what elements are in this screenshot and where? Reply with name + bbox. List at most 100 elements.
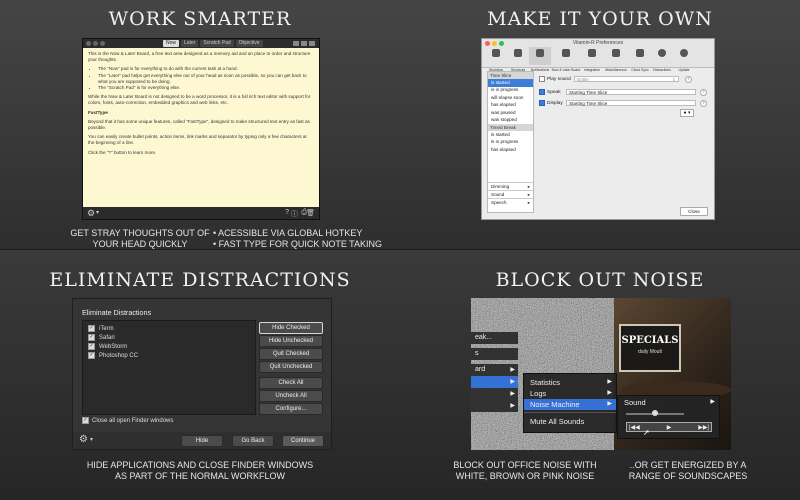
minimize-window-icon[interactable] <box>492 41 497 46</box>
menu-item-logs[interactable]: Logs ▶ <box>524 388 616 399</box>
category-sound[interactable]: Sound ▸ <box>488 190 533 197</box>
panel-heading: MAKE IT YOUR OWN <box>487 8 713 30</box>
close-finder-label: Close all open Finder windows <box>92 417 174 424</box>
checkbox-checked-icon[interactable]: ✓ <box>88 343 95 350</box>
gear-icon[interactable]: ⚙ <box>79 434 88 445</box>
check-all-button[interactable]: Check All <box>259 377 323 389</box>
menu-item-sound[interactable]: Sound ▶ <box>618 397 719 408</box>
tab-now[interactable]: Now <box>163 40 180 47</box>
tool-notifications[interactable]: Notifications <box>529 47 551 72</box>
checkbox-checked-icon[interactable]: ✓ <box>88 334 95 341</box>
gear-icon[interactable]: ⚙ <box>87 208 95 219</box>
list-item[interactable]: ✓ WebStorm <box>88 343 127 350</box>
list-item[interactable]: has elapsed <box>488 102 533 110</box>
menu-item[interactable]: eak... <box>471 332 518 344</box>
hide-button[interactable]: Hide <box>181 435 223 447</box>
tab-later[interactable]: Later <box>181 40 199 47</box>
preferences-window: Vitamin-R Preferences Workflow Shortcuts… <box>481 38 715 220</box>
close-button[interactable]: Close <box>680 207 708 216</box>
list-icon[interactable] <box>301 41 307 46</box>
note-text-area[interactable]: This is the Now & Later Board, a free te… <box>83 48 319 162</box>
quit-unchecked-button[interactable]: Quit Unchecked <box>259 361 323 373</box>
menu-item-mute-all[interactable]: Mute All Sounds <box>524 416 616 427</box>
list-item[interactable]: was stopped <box>488 117 533 125</box>
speak-checkbox[interactable] <box>539 89 545 95</box>
configure-button[interactable]: Configure... <box>259 403 323 415</box>
category-dimming[interactable]: Dimming ▸ <box>488 182 533 189</box>
trash-icon[interactable]: 🗑 <box>306 209 315 217</box>
play-sound-checkbox[interactable] <box>539 76 545 82</box>
close-window-icon[interactable] <box>485 41 490 46</box>
menu-item[interactable]: s <box>471 348 518 360</box>
sound-select-value: Bottle <box>577 77 589 82</box>
menu-separator <box>524 412 616 413</box>
checkbox-checked-icon[interactable]: ✓ <box>88 325 95 332</box>
checkbox-checked-icon[interactable]: ✓ <box>88 352 95 359</box>
tool-shortcuts[interactable]: Shortcuts <box>507 47 529 72</box>
tab-objective[interactable]: Objective <box>235 40 263 47</box>
tools-icon <box>612 49 620 57</box>
tool-integration[interactable]: Integration <box>581 47 603 72</box>
menu-item-label: s <box>475 350 479 357</box>
close-finder-option[interactable]: ✓ Close all open Finder windows <box>82 417 173 424</box>
menu-item[interactable]: ▶ <box>471 400 518 412</box>
display-style-popup[interactable]: ● ▾ <box>680 109 694 117</box>
close-window-icon[interactable] <box>86 41 91 46</box>
hide-checked-button[interactable]: Hide Checked <box>259 322 323 334</box>
hide-unchecked-button[interactable]: Hide Unchecked <box>259 335 323 347</box>
list-item[interactable]: is started <box>488 131 533 139</box>
info-icon[interactable]: ⓘ <box>291 209 298 219</box>
help-icon[interactable]: ? <box>285 209 289 216</box>
continue-button[interactable]: Continue <box>282 435 324 447</box>
display-text-field[interactable]: Starting Time Slice <box>566 100 696 106</box>
go-back-button[interactable]: Go Back <box>232 435 274 447</box>
tool-workflow[interactable]: Workflow <box>485 47 507 72</box>
panel-make-it-your-own: MAKE IT YOUR OWN Vitamin-R Preferences W… <box>400 0 800 250</box>
help-button[interactable]: ? <box>685 76 692 83</box>
list-item[interactable]: has elapsed <box>488 146 533 154</box>
volume-slider-knob[interactable] <box>652 410 658 416</box>
menu-item[interactable]: ▶ <box>471 388 518 400</box>
chevron-down-icon[interactable]: ▾ <box>96 209 99 216</box>
display-checkbox[interactable] <box>539 100 545 106</box>
list-item[interactable]: is started <box>488 79 533 87</box>
help-button[interactable]: ? <box>700 100 707 107</box>
zoom-window-icon[interactable] <box>499 41 504 46</box>
tool-now-later-board[interactable]: Now & Later Board <box>551 47 581 72</box>
tool-distractions[interactable]: Distractions <box>651 47 673 72</box>
list-item[interactable]: is in progress <box>488 87 533 95</box>
tool-cloud-sync[interactable]: Cloud Sync <box>629 47 651 72</box>
list-item[interactable]: ✓ iTerm <box>88 325 114 332</box>
menu-item-statistics[interactable]: Statistics ▶ <box>524 377 616 388</box>
menu-item-label: ard <box>475 366 486 373</box>
menu-item[interactable]: ard ▶ <box>471 364 518 376</box>
menu-item-selected[interactable]: ▶ <box>471 376 518 388</box>
list-item[interactable]: is in progress <box>488 139 533 147</box>
notepad-icon <box>562 49 570 57</box>
paragraph: While the Now & Later Board is not desig… <box>88 94 311 106</box>
play-icon[interactable]: ▶ <box>667 424 672 431</box>
list-item[interactable]: was paused <box>488 109 533 117</box>
previous-track-icon[interactable]: |◀◀ <box>629 424 640 431</box>
sound-select[interactable]: Bottle ⇕ <box>574 76 679 82</box>
expand-icon[interactable] <box>309 41 315 46</box>
speak-text-field[interactable]: Starting Time Slice <box>566 89 696 95</box>
list-item[interactable]: ✓ Photoshop CC <box>88 352 138 359</box>
zoom-window-icon[interactable] <box>100 41 105 46</box>
next-track-icon[interactable]: ▶▶| <box>698 424 709 431</box>
help-button[interactable]: ? <box>700 89 707 96</box>
quit-checked-button[interactable]: Quit Checked <box>259 348 323 360</box>
uncheck-all-button[interactable]: Uncheck All <box>259 390 323 402</box>
category-speech[interactable]: Speech ▸ <box>488 198 533 205</box>
list-item[interactable]: will elapse soon <box>488 94 533 102</box>
format-icon[interactable] <box>293 41 299 46</box>
checkbox-checked-icon[interactable]: ✓ <box>82 417 89 424</box>
tab-scratch-pad[interactable]: Scratch Pad <box>200 40 234 47</box>
tool-miscellaneous[interactable]: Miscellaneous <box>603 47 629 72</box>
menu-item-noise-machine[interactable]: Noise Machine ▶ <box>524 399 616 410</box>
bullet-item: The "Scratch Pad" is for everything else… <box>98 85 314 91</box>
chevron-down-icon[interactable]: ▾ <box>90 436 93 443</box>
list-item[interactable]: ✓ Safari <box>88 334 115 341</box>
tool-update[interactable]: Update <box>673 47 695 72</box>
minimize-window-icon[interactable] <box>93 41 98 46</box>
